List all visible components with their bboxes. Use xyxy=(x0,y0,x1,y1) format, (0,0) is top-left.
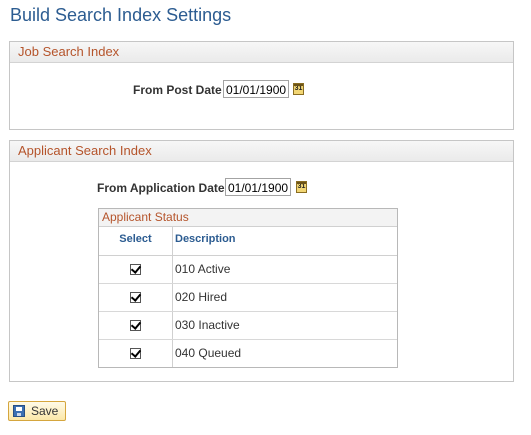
status-description: 030 Inactive xyxy=(175,318,240,332)
page-title: Build Search Index Settings xyxy=(10,5,232,25)
from-post-date-label: From Post Date xyxy=(133,83,222,97)
status-description: 040 Queued xyxy=(175,346,242,360)
select-checkbox[interactable] xyxy=(130,264,141,275)
select-cell xyxy=(99,256,173,283)
select-checkbox[interactable] xyxy=(130,320,141,331)
select-cell xyxy=(99,312,173,339)
from-post-date-input[interactable]: 01/01/1900 xyxy=(223,80,289,98)
status-description: 010 Active xyxy=(175,262,231,276)
save-button[interactable]: Save xyxy=(8,401,66,421)
from-application-date-input[interactable]: 01/01/1900 xyxy=(225,178,291,196)
table-row: 010 Active xyxy=(99,256,397,284)
calendar-icon[interactable]: 31 xyxy=(293,83,304,95)
save-icon xyxy=(13,405,25,417)
select-checkbox[interactable] xyxy=(130,292,141,303)
grid-header-row: Select Description xyxy=(99,227,397,256)
table-row: 020 Hired xyxy=(99,284,397,312)
applicant-status-grid: Applicant Status Select Description 010 … xyxy=(98,208,398,368)
select-cell xyxy=(99,284,173,311)
applicant-status-grid-title: Applicant Status xyxy=(99,209,397,227)
job-search-index-group: Job Search Index From Post Date 01/01/19… xyxy=(9,41,514,130)
select-checkbox[interactable] xyxy=(130,348,141,359)
applicant-search-index-header: Applicant Search Index xyxy=(10,141,513,162)
from-application-date-label: From Application Date xyxy=(97,181,225,195)
table-row: 040 Queued xyxy=(99,340,397,367)
calendar-icon[interactable]: 31 xyxy=(296,181,307,193)
job-search-index-header: Job Search Index xyxy=(10,42,513,63)
applicant-search-index-group: Applicant Search Index From Application … xyxy=(9,140,514,382)
column-header-description: Description xyxy=(175,233,236,245)
column-header-select: Select xyxy=(99,227,173,255)
save-button-label: Save xyxy=(31,404,59,418)
status-description: 020 Hired xyxy=(175,290,228,304)
select-cell xyxy=(99,340,173,367)
table-row: 030 Inactive xyxy=(99,312,397,340)
